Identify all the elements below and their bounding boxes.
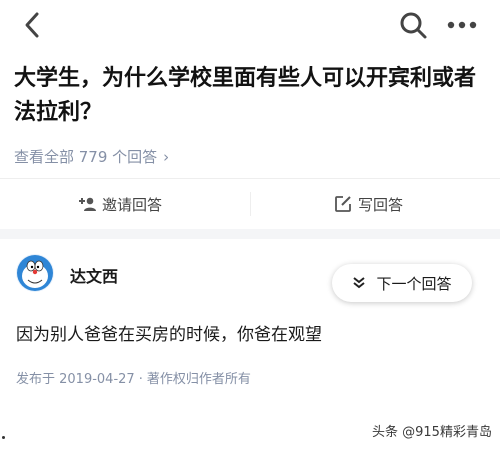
search-icon [400,12,427,39]
answer-content: 因为别人爸爸在买房的时候，你爸在观望 [16,325,322,345]
next-answer-button[interactable]: 下一个回答 [332,264,472,302]
top-bar [0,0,500,50]
chevron-right-icon: › [163,148,170,166]
section-gap [0,229,500,239]
invite-answer-label: 邀请回答 [102,195,163,214]
answer-meta: 发布于 2019-04-27 · 著作权归作者所有 [16,368,251,387]
write-answer-label: 写回答 [358,195,404,214]
add-user-icon [79,197,96,211]
view-all-label: 查看全部 779 个回答 [14,148,158,166]
invite-answer-button[interactable]: 邀请回答 [76,179,162,229]
more-dots-icon [447,21,477,29]
search-button[interactable] [398,10,428,40]
meta-separator: · [138,372,143,387]
next-answer-label: 下一个回答 [376,274,452,293]
stray-dot [2,436,5,439]
edit-icon [335,196,351,212]
doraemon-avatar-icon [17,255,53,291]
chevron-left-icon [25,12,39,38]
action-separator [250,192,251,216]
author-name[interactable]: 达文西 [70,263,118,287]
copyright-notice: 著作权归作者所有 [146,372,251,387]
question-title: 大学生，为什么学校里面有些人可以开宾利或者法拉利？ [14,66,477,125]
double-chevron-down-icon [353,277,366,289]
avatar[interactable] [16,254,54,292]
publish-date: 发布于 2019-04-27 [16,372,135,387]
back-button[interactable] [18,10,48,40]
write-answer-button[interactable]: 写回答 [334,179,403,229]
view-all-answers-link[interactable]: 查看全部 779 个回答 › [14,146,169,167]
watermark: 头条 @915精彩青岛 [372,425,492,440]
more-button[interactable] [444,10,480,40]
